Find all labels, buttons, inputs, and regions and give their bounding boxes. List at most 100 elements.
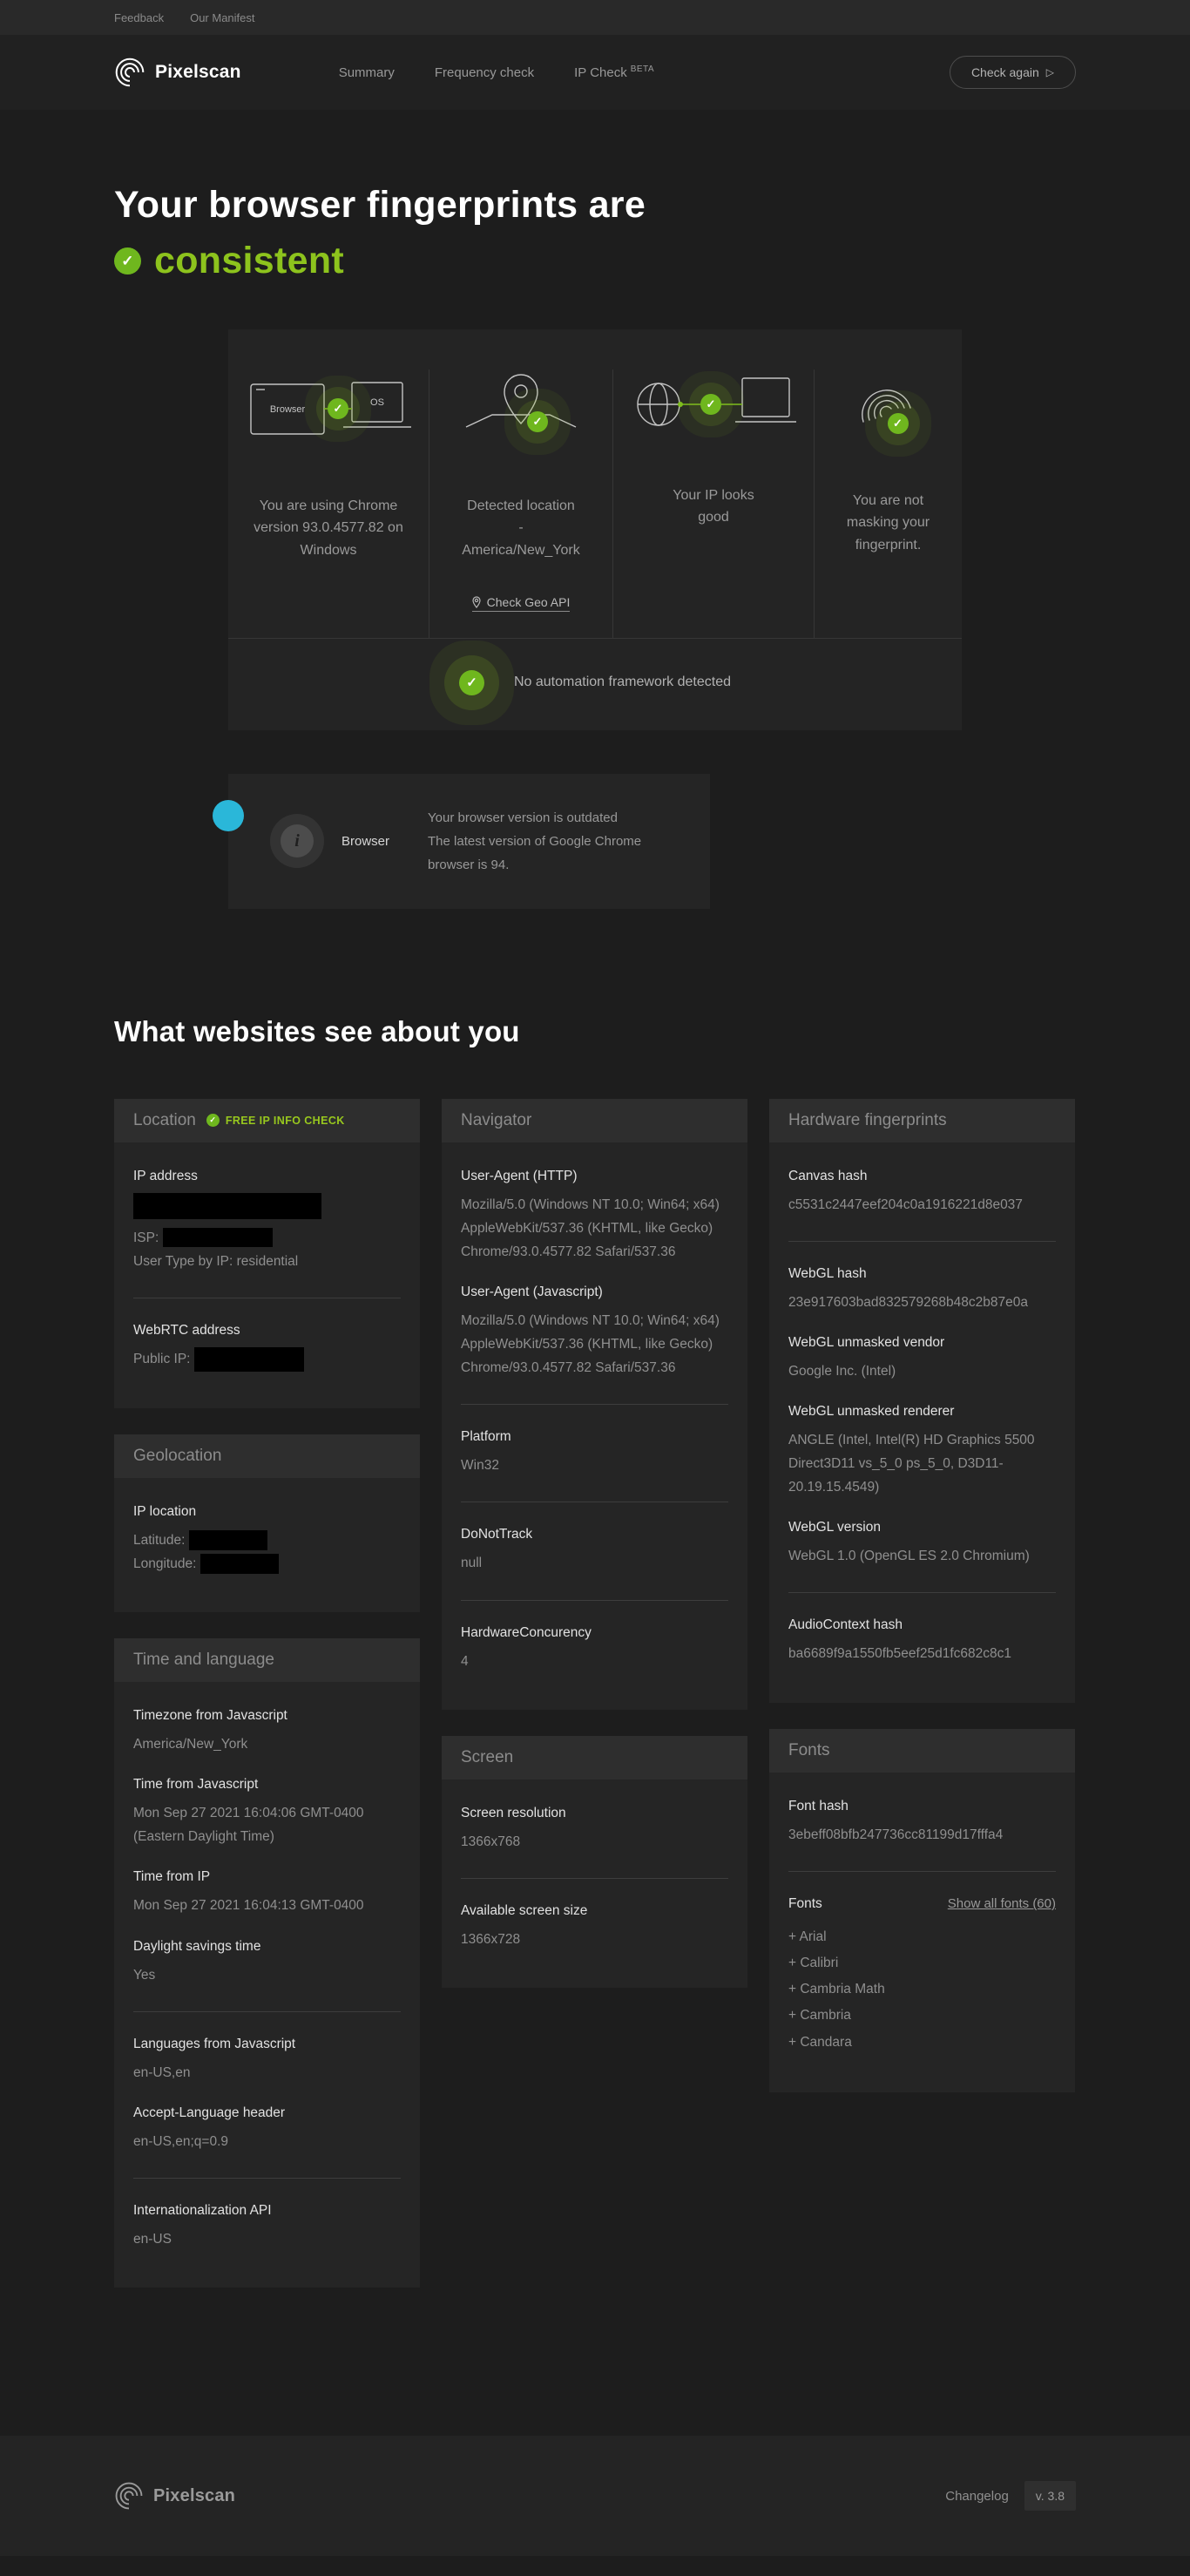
divider	[461, 1404, 728, 1405]
isp-redacted	[163, 1228, 273, 1247]
alert-category: Browser	[341, 834, 389, 849]
font-list: + Arial + Calibri + Cambria Math + Cambr…	[788, 1924, 1056, 2056]
divider	[788, 1241, 1056, 1242]
play-icon: ▷	[1046, 66, 1054, 78]
timezone-js-row: Timezone from Javascript America/New_Yor…	[133, 1708, 401, 1756]
feedback-link[interactable]: Feedback	[114, 11, 164, 24]
available-screen-row: Available screen size 1366x728	[461, 1903, 728, 1951]
ip-address-row: IP address ISP: User Type by IP: residen…	[133, 1169, 401, 1273]
time-ip-row: Time from IP Mon Sep 27 2021 16:04:13 GM…	[133, 1869, 401, 1917]
divider	[461, 1878, 728, 1879]
column-navigator: Navigator User-Agent (HTTP) Mozilla/5.0 …	[442, 1099, 747, 1988]
browser-alert-card: i Browser Your browser version is outdat…	[228, 774, 710, 909]
hardware-concurrency-row: HardwareConcurency 4	[461, 1625, 728, 1673]
nav-ip-check[interactable]: IP Check BETA	[574, 64, 654, 80]
time-js-row: Time from Javascript Mon Sep 27 2021 16:…	[133, 1777, 401, 1848]
user-type-value: User Type by IP: residential	[133, 1250, 401, 1273]
footer-right: Changelog v. 3.8	[945, 2481, 1076, 2511]
hardware-card-header: Hardware fingerprints	[769, 1099, 1075, 1142]
automation-status-text: No automation framework detected	[514, 675, 731, 690]
nav-summary[interactable]: Summary	[339, 65, 395, 80]
time-language-card-header: Time and language	[114, 1638, 420, 1682]
user-agent-js-row: User-Agent (Javascript) Mozilla/5.0 (Win…	[461, 1285, 728, 1380]
automation-check-icon: ✓	[459, 670, 484, 695]
hero-section: Your browser fingerprints are ✓ consiste…	[0, 181, 1190, 909]
brand-name: Pixelscan	[155, 62, 241, 83]
user-agent-http-row: User-Agent (HTTP) Mozilla/5.0 (Windows N…	[461, 1169, 728, 1264]
version-badge: v. 3.8	[1024, 2481, 1076, 2511]
main-header: Pixelscan Summary Frequency check IP Che…	[0, 35, 1190, 110]
location-card-header: Location ✓ FREE IP INFO CHECK	[114, 1099, 420, 1142]
location-pin-icon: ✓	[447, 369, 595, 450]
changelog-link[interactable]: Changelog	[945, 2489, 1009, 2504]
top-strip: Feedback Our Manifest	[0, 0, 1190, 35]
details-columns: Location ✓ FREE IP INFO CHECK IP address…	[114, 1099, 1076, 2288]
summary-card-browser-os-text: You are using Chrome version 93.0.4577.8…	[253, 495, 405, 562]
audiocontext-hash-row: AudioContext hash ba6689f9a1550fb5eef25d…	[788, 1617, 1056, 1665]
font-list-item: + Arial	[788, 1924, 1056, 1950]
navigator-card: Navigator User-Agent (HTTP) Mozilla/5.0 …	[442, 1099, 747, 1710]
pixelscan-logo-icon	[114, 57, 145, 88]
brand-logo[interactable]: Pixelscan	[114, 57, 241, 88]
show-all-fonts-link[interactable]: Show all fonts (60)	[948, 1896, 1056, 1911]
webgl-renderer-row: WebGL unmasked renderer ANGLE (Intel, In…	[788, 1404, 1056, 1499]
accept-language-row: Accept-Language header en-US,en;q=0.9	[133, 2105, 401, 2153]
footer-brand[interactable]: Pixelscan	[114, 2481, 235, 2511]
check-again-button[interactable]: Check again ▷	[950, 56, 1076, 89]
webgl-vendor-row: WebGL unmasked vendor Google Inc. (Intel…	[788, 1335, 1056, 1383]
ip-check-icon: ✓	[700, 394, 721, 415]
summary-card-browser-os: Browser OS ✓ You are using Chrome versio…	[228, 369, 429, 638]
fingerprint-summary-panel: Browser OS ✓ You are using Chrome versio…	[228, 329, 962, 730]
free-ip-check-badge[interactable]: ✓ FREE IP INFO CHECK	[206, 1114, 345, 1127]
check-again-label: Check again	[971, 65, 1039, 79]
fingerprint-check-icon: ✓	[888, 413, 909, 434]
font-list-item: + Calibri	[788, 1950, 1056, 1976]
divider	[461, 1600, 728, 1601]
platform-row: Platform Win32	[461, 1429, 728, 1477]
summary-card-ip-text: Your IP looks good	[657, 485, 770, 529]
ip-location-row: IP location Latitude: Longitude:	[133, 1504, 401, 1576]
browser-os-icon: Browser OS ✓	[246, 369, 411, 450]
time-language-card: Time and language Timezone from Javascri…	[114, 1638, 420, 2288]
fonts-card-header: Fonts	[769, 1729, 1075, 1773]
geolocation-card: Geolocation IP location Latitude: Longit…	[114, 1434, 420, 1612]
nav-ip-check-label: IP Check	[574, 65, 627, 80]
fonts-card: Fonts Font hash 3ebeff08bfb247736cc81199…	[769, 1729, 1075, 2092]
summary-card-ip: ✓ Your IP looks good	[612, 369, 814, 638]
screen-resolution-row: Screen resolution 1366x768	[461, 1806, 728, 1854]
public-ip-redacted	[194, 1347, 304, 1372]
font-list-item: + Cambria	[788, 2003, 1056, 2029]
page-title-line1: Your browser fingerprints are	[114, 184, 646, 226]
divider	[788, 1871, 1056, 1872]
automation-status-row: ✓ No automation framework detected	[228, 639, 962, 730]
svg-text:Browser: Browser	[270, 404, 306, 415]
longitude-redacted	[200, 1554, 279, 1574]
fonts-list-header: Fonts Show all fonts (60)	[788, 1896, 1056, 1912]
screen-card: Screen Screen resolution 1366x768 Availa…	[442, 1736, 747, 1988]
browser-os-check-icon: ✓	[328, 398, 348, 419]
svg-text:OS: OS	[370, 397, 384, 408]
badge-check-icon: ✓	[206, 1114, 220, 1127]
summary-card-fingerprint-text: You are not masking your fingerprint.	[832, 490, 944, 557]
check-geo-api-link[interactable]: Check Geo API	[472, 595, 571, 612]
summary-cards: Browser OS ✓ You are using Chrome versio…	[228, 329, 962, 638]
page-title: Your browser fingerprints are ✓ consiste…	[114, 181, 1076, 286]
nav-frequency-check[interactable]: Frequency check	[435, 65, 534, 80]
our-manifest-link[interactable]: Our Manifest	[190, 11, 254, 24]
alert-text: Your browser version is outdated The lat…	[428, 806, 684, 877]
section-title: What websites see about you	[114, 1015, 1076, 1048]
languages-js-row: Languages from Javascript en-US,en	[133, 2037, 401, 2085]
beta-badge: BETA	[631, 64, 654, 74]
intl-api-row: Internationalization API en-US	[133, 2203, 401, 2251]
divider	[788, 1592, 1056, 1593]
footer: Pixelscan Changelog v. 3.8	[0, 2436, 1190, 2556]
webrtc-row: WebRTC address Public IP:	[133, 1323, 401, 1372]
consistent-text: consistent	[154, 237, 344, 286]
consistent-check-icon: ✓	[114, 247, 141, 275]
font-list-item: + Candara	[788, 2030, 1056, 2056]
location-check-icon: ✓	[527, 411, 548, 432]
webgl-version-row: WebGL version WebGL 1.0 (OpenGL ES 2.0 C…	[788, 1520, 1056, 1568]
fingerprint-icon: ✓	[841, 369, 936, 444]
donottrack-row: DoNotTrack null	[461, 1527, 728, 1575]
divider	[133, 2178, 401, 2179]
